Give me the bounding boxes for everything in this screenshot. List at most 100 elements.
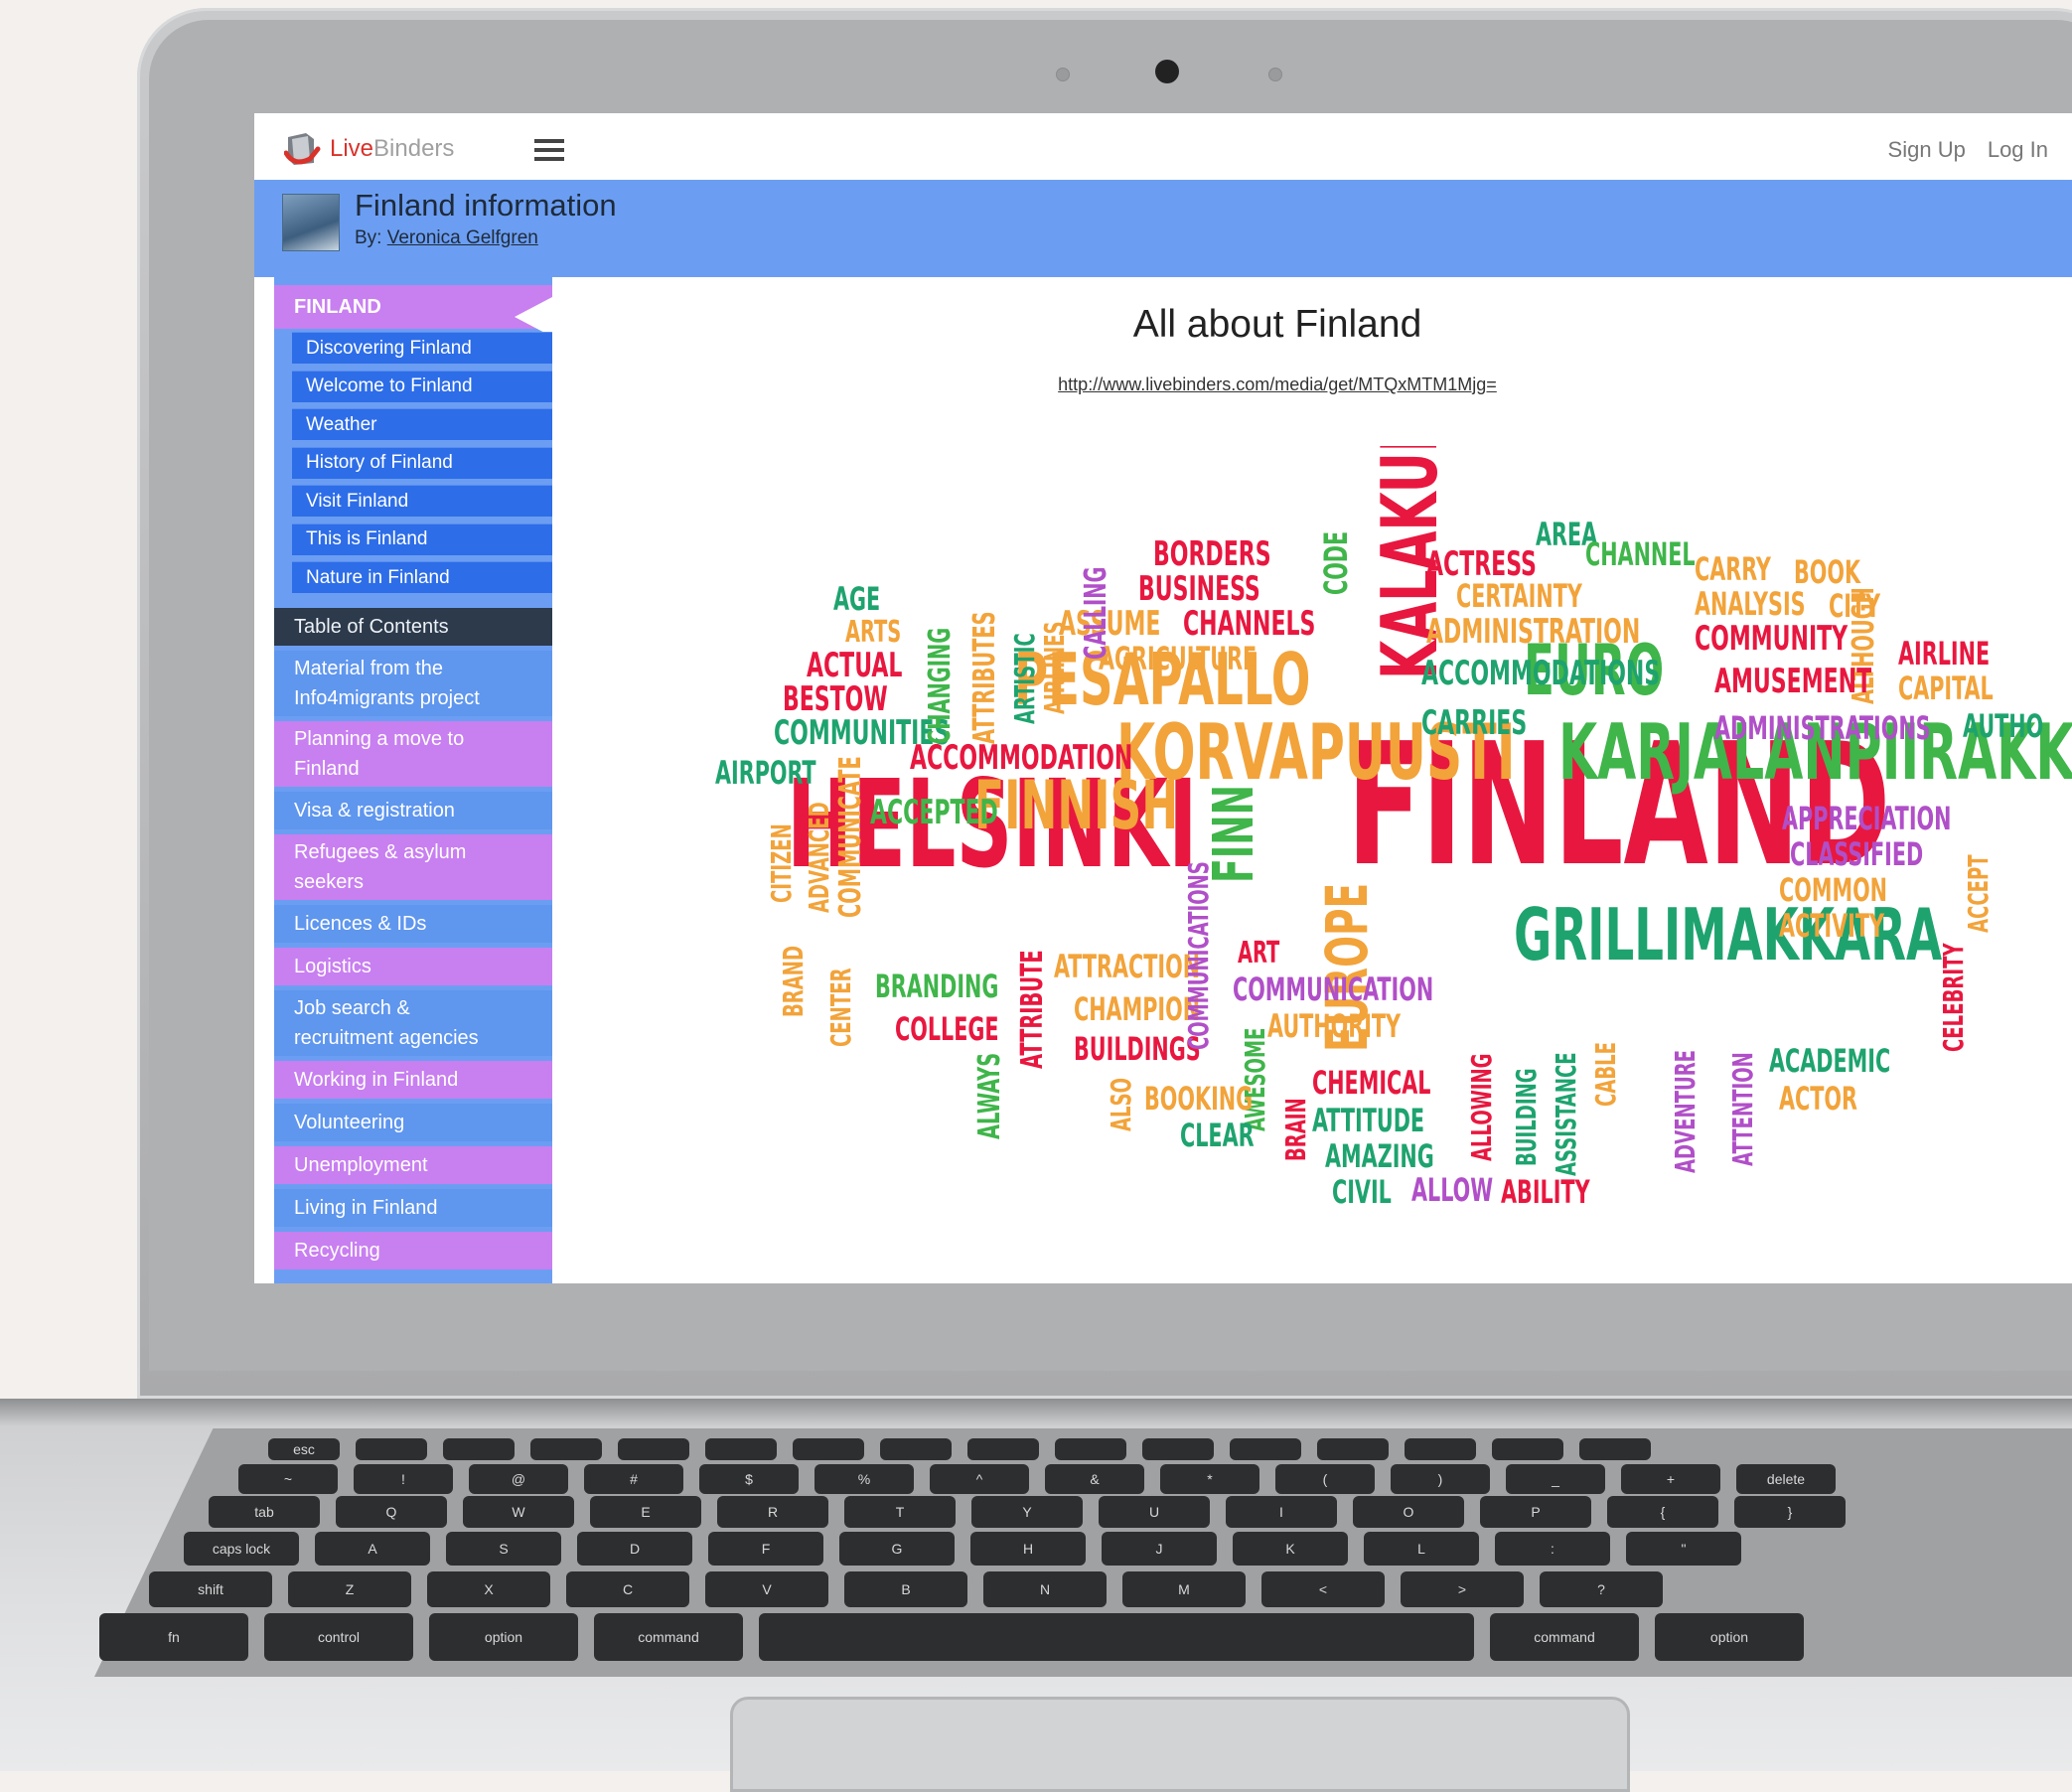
keyboard-key[interactable] — [1230, 1438, 1301, 1460]
keyboard-key[interactable] — [530, 1438, 602, 1460]
sidebar-tab[interactable]: Volunteering — [274, 1104, 552, 1141]
keyboard-key[interactable]: C — [566, 1571, 689, 1607]
hamburger-menu-icon[interactable] — [534, 139, 564, 161]
keyboard-key[interactable]: + — [1621, 1464, 1720, 1494]
keyboard-key[interactable]: ^ — [930, 1464, 1029, 1494]
sidebar-tab[interactable]: Licences & IDs — [274, 905, 552, 943]
media-link[interactable]: http://www.livebinders.com/media/get/MTQ… — [552, 374, 2002, 395]
keyboard-key[interactable] — [1055, 1438, 1126, 1460]
tab-finland[interactable]: FINLAND — [274, 285, 552, 337]
keyboard-key[interactable]: E — [590, 1496, 701, 1528]
sidebar-tab[interactable]: Material from the Info4migrants project — [274, 651, 552, 716]
sidebar-tab[interactable]: Unemployment — [274, 1146, 552, 1184]
keyboard-key[interactable]: option — [1655, 1613, 1804, 1661]
trackpad[interactable] — [730, 1697, 1630, 1792]
keyboard-key[interactable]: B — [844, 1571, 967, 1607]
keyboard-key[interactable]: > — [1401, 1571, 1524, 1607]
keyboard-key[interactable]: $ — [699, 1464, 799, 1494]
keyboard-key[interactable]: P — [1480, 1496, 1591, 1528]
keyboard-key[interactable] — [759, 1613, 1474, 1661]
keyboard-key[interactable]: ) — [1391, 1464, 1490, 1494]
sidebar-tab[interactable]: Job search & recruitment agencies — [274, 990, 552, 1056]
keyboard-key[interactable] — [618, 1438, 689, 1460]
keyboard-key[interactable]: % — [814, 1464, 914, 1494]
keyboard-key[interactable]: A — [315, 1532, 430, 1566]
log-in-link[interactable]: Log In — [1988, 137, 2048, 163]
keyboard-key[interactable]: Y — [971, 1496, 1083, 1528]
keyboard-key[interactable]: esc — [268, 1438, 340, 1460]
keyboard-key[interactable] — [1579, 1438, 1651, 1460]
keyboard-key[interactable]: W — [463, 1496, 574, 1528]
keyboard-key[interactable]: ! — [354, 1464, 453, 1494]
keyboard-key[interactable]: { — [1607, 1496, 1718, 1528]
keyboard-key[interactable] — [1492, 1438, 1563, 1460]
keyboard-key[interactable] — [967, 1438, 1039, 1460]
keyboard-key[interactable]: control — [264, 1613, 413, 1661]
keyboard-key[interactable]: H — [970, 1532, 1086, 1566]
keyboard-key[interactable]: ? — [1540, 1571, 1663, 1607]
keyboard-key[interactable]: X — [427, 1571, 550, 1607]
keyboard-key[interactable]: command — [1490, 1613, 1639, 1661]
sign-up-link[interactable]: Sign Up — [1888, 137, 1966, 163]
keyboard-key[interactable] — [705, 1438, 777, 1460]
keyboard-key[interactable]: caps lock — [184, 1532, 299, 1566]
keyboard-key[interactable]: S — [446, 1532, 561, 1566]
subtab-item[interactable]: Discovering Finland — [292, 332, 552, 364]
subtab-item[interactable]: This is Finland — [292, 523, 552, 555]
sidebar-tab[interactable]: Working in Finland — [274, 1061, 552, 1099]
sidebar-tab[interactable]: Living in Finland — [274, 1189, 552, 1227]
keyboard-key[interactable]: option — [429, 1613, 578, 1661]
keyboard-key[interactable]: N — [983, 1571, 1107, 1607]
subtab-item[interactable]: Weather — [292, 408, 552, 440]
keyboard-key[interactable]: fn — [99, 1613, 248, 1661]
keyboard-key[interactable] — [880, 1438, 952, 1460]
subtab-item[interactable]: Visit Finland — [292, 485, 552, 517]
keyboard-key[interactable]: ( — [1275, 1464, 1375, 1494]
sidebar-tab[interactable]: Visa & registration — [274, 792, 552, 829]
keyboard-key[interactable]: R — [717, 1496, 828, 1528]
author-link[interactable]: Veronica Gelfgren — [387, 227, 538, 248]
keyboard-key[interactable] — [356, 1438, 427, 1460]
keyboard-key[interactable] — [1405, 1438, 1476, 1460]
keyboard-key[interactable]: K — [1233, 1532, 1348, 1566]
keyboard-key[interactable]: O — [1353, 1496, 1464, 1528]
subtab-item[interactable]: Nature in Finland — [292, 561, 552, 593]
sidebar-tab[interactable]: Recycling — [274, 1232, 552, 1269]
keyboard-key[interactable] — [443, 1438, 515, 1460]
sidebar-tab[interactable]: Table of Contents — [274, 608, 552, 646]
keyboard-key[interactable]: M — [1122, 1571, 1246, 1607]
keyboard-key[interactable]: shift — [149, 1571, 272, 1607]
keyboard-key[interactable]: delete — [1736, 1464, 1836, 1494]
keyboard-key[interactable]: tab — [209, 1496, 320, 1528]
keyboard-key[interactable]: " — [1626, 1532, 1741, 1566]
sidebar-tab[interactable]: Refugees & asylum seekers — [274, 834, 552, 900]
keyboard-key[interactable]: Z — [288, 1571, 411, 1607]
keyboard-key[interactable]: I — [1226, 1496, 1337, 1528]
subtab-item[interactable]: Welcome to Finland — [292, 370, 552, 402]
keyboard-key[interactable]: T — [844, 1496, 956, 1528]
keyboard-key[interactable] — [793, 1438, 864, 1460]
keyboard-key[interactable]: U — [1099, 1496, 1210, 1528]
keyboard-key[interactable]: command — [594, 1613, 743, 1661]
keyboard-key[interactable]: : — [1495, 1532, 1610, 1566]
keyboard-key[interactable] — [1317, 1438, 1389, 1460]
keyboard-key[interactable]: < — [1261, 1571, 1385, 1607]
subtab-item[interactable]: History of Finland — [292, 446, 552, 479]
keyboard-key[interactable] — [1142, 1438, 1214, 1460]
keyboard-key[interactable]: F — [708, 1532, 823, 1566]
keyboard-key[interactable]: @ — [469, 1464, 568, 1494]
keyboard-key[interactable]: J — [1102, 1532, 1217, 1566]
keyboard-key[interactable]: ~ — [238, 1464, 338, 1494]
sidebar-tab[interactable]: Logistics — [274, 948, 552, 985]
keyboard-key[interactable]: L — [1364, 1532, 1479, 1566]
keyboard-key[interactable]: & — [1045, 1464, 1144, 1494]
livebinders-logo[interactable]: LiveBinders — [284, 131, 454, 167]
keyboard-key[interactable]: _ — [1506, 1464, 1605, 1494]
sidebar-tab[interactable]: Planning a move to Finland — [274, 721, 552, 787]
keyboard-key[interactable]: V — [705, 1571, 828, 1607]
keyboard-key[interactable]: G — [839, 1532, 955, 1566]
keyboard-key[interactable]: * — [1160, 1464, 1259, 1494]
keyboard-key[interactable]: D — [577, 1532, 692, 1566]
keyboard-key[interactable]: } — [1734, 1496, 1846, 1528]
keyboard-key[interactable]: Q — [336, 1496, 447, 1528]
